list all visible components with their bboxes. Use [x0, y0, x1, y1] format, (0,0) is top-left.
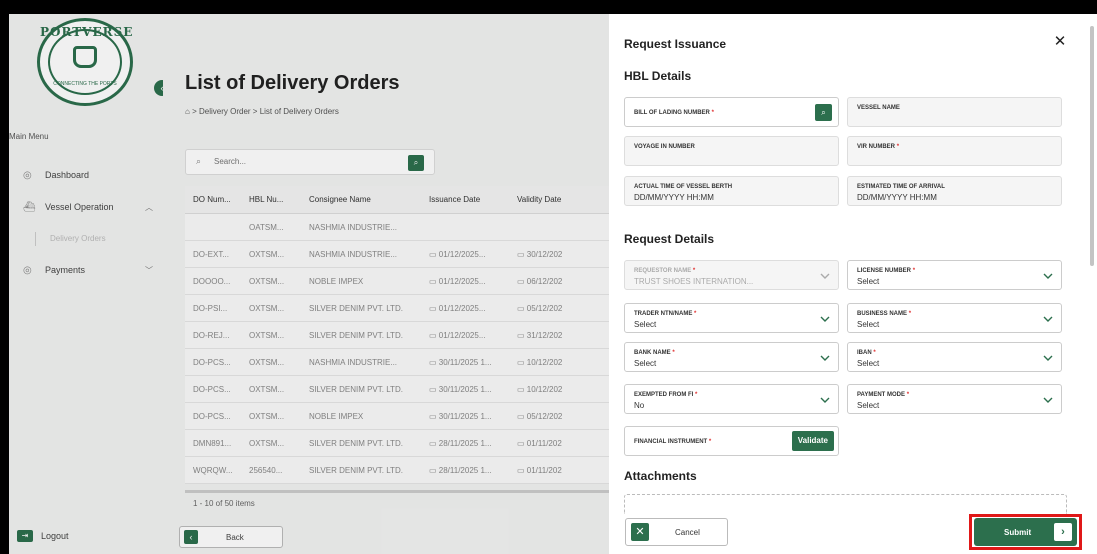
payment-mode-select[interactable]: PAYMENT MODE * Select	[847, 384, 1062, 414]
attachment-dropzone[interactable]	[624, 494, 1067, 514]
attachments-heading: Attachments	[624, 469, 697, 483]
voyage-in-number-field: VOYAGE IN NUMBER	[624, 136, 839, 166]
hbl-details-heading: HBL Details	[624, 69, 692, 83]
app-window: PORTVERSE CONNECTING THE PORTS Main Menu…	[9, 14, 1097, 554]
bank-name-select[interactable]: BANK NAME * Select	[624, 342, 839, 372]
request-issuance-drawer: Request Issuance ✕ HBL Details BILL OF L…	[609, 14, 1097, 554]
close-icon: ✕	[631, 523, 649, 541]
license-number-select[interactable]: LICENSE NUMBER * Select	[847, 260, 1062, 290]
search-button[interactable]: ⌕	[815, 104, 832, 121]
cancel-button[interactable]: ✕ Cancel	[625, 518, 728, 546]
drawer-footer: ✕ Cancel Submit ›	[609, 514, 1097, 554]
close-button[interactable]: ✕	[1052, 34, 1068, 50]
chevron-right-icon: ›	[1054, 523, 1072, 541]
chevron-down-icon	[1043, 355, 1053, 361]
validate-button[interactable]: Validate	[791, 431, 834, 451]
chevron-down-icon	[1043, 397, 1053, 403]
vessel-name-field: VESSEL NAME	[847, 97, 1062, 127]
submit-button[interactable]: Submit ›	[974, 518, 1077, 546]
chevron-down-icon	[820, 273, 830, 279]
exempted-from-fi-select[interactable]: EXEMPTED FROM FI * No	[624, 384, 839, 414]
bill-of-lading-field[interactable]: BILL OF LADING NUMBER * ⌕	[624, 97, 839, 127]
iban-select[interactable]: IBAN * Select	[847, 342, 1062, 372]
modal-overlay[interactable]	[9, 14, 609, 554]
requestor-name-select: REQUESTOR NAME * TRUST SHOES INTERNATION…	[624, 260, 839, 290]
trader-ntn-select[interactable]: TRADER NTN/NAME * Select	[624, 303, 839, 333]
vir-number-field: VIR NUMBER *	[847, 136, 1062, 166]
financial-instrument-field[interactable]: FINANCIAL INSTRUMENT * Validate	[624, 426, 839, 456]
chevron-down-icon	[820, 397, 830, 403]
chevron-down-icon	[1043, 316, 1053, 322]
chevron-down-icon	[820, 355, 830, 361]
scrollbar[interactable]	[1090, 26, 1094, 266]
actual-time-of-vessel-berth-field: ACTUAL TIME OF VESSEL BERTH DD/MM/YYYY H…	[624, 176, 839, 206]
business-name-select[interactable]: BUSINESS NAME * Select	[847, 303, 1062, 333]
chevron-down-icon	[1043, 273, 1053, 279]
chevron-down-icon	[820, 316, 830, 322]
eta-field: ESTIMATED TIME OF ARRIVAL DD/MM/YYYY HH:…	[847, 176, 1062, 206]
drawer-title: Request Issuance	[624, 37, 727, 51]
request-details-heading: Request Details	[624, 232, 715, 246]
